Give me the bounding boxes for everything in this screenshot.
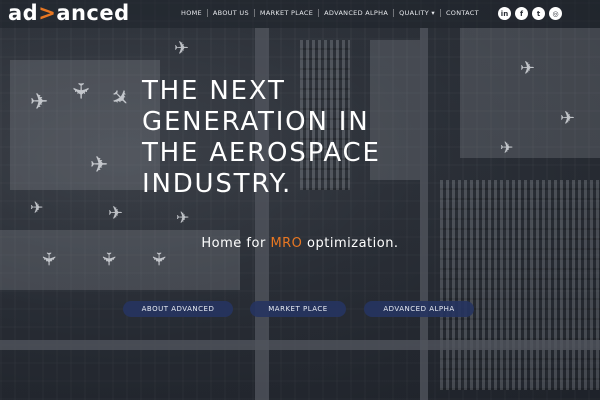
nav-market-place[interactable]: MARKET PLACE: [255, 9, 320, 17]
airport-apron: [10, 60, 160, 190]
facebook-icon[interactable]: f: [515, 7, 528, 20]
instagram-icon[interactable]: ◎: [549, 7, 562, 20]
nav-home[interactable]: HOME: [176, 9, 208, 17]
airplane-icon: ✈: [97, 251, 119, 267]
main-nav: HOME ABOUT US MARKET PLACE ADVANCED ALPH…: [176, 9, 484, 17]
hero-aerial-background: ✈ ✈ ✈ ✈ ✈ ✈ ✈ ✈ ✈ ✈ ✈ ✈ ✈ ✈: [0, 0, 600, 400]
road: [0, 340, 600, 350]
tagline-text: Home for: [201, 236, 271, 251]
advanced-alpha-button[interactable]: ADVANCED ALPHA: [364, 301, 474, 317]
nav-quality-dropdown[interactable]: QUALITY ▾: [394, 9, 441, 17]
about-advanced-button[interactable]: ABOUT ADVANCED: [123, 301, 233, 317]
top-navigation-bar: ad>anced HOME ABOUT US MARKET PLACE ADVA…: [0, 0, 600, 28]
airplane-icon: ✈: [174, 38, 190, 59]
logo-chevron: >: [38, 1, 57, 25]
logo-text: anced: [56, 1, 130, 25]
tagline-accent: MRO: [270, 236, 303, 251]
airplane-icon: ✈: [108, 203, 124, 224]
nav-about-us[interactable]: ABOUT US: [208, 9, 255, 17]
airplane-icon: ✈: [67, 81, 93, 101]
nav-advanced-alpha[interactable]: ADVANCED ALPHA: [319, 9, 395, 17]
airplane-icon: ✈: [30, 198, 44, 217]
airplane-icon: ✈: [176, 208, 190, 227]
advanced-logo[interactable]: ad>anced: [8, 1, 130, 25]
social-links: in f t ◎: [498, 7, 562, 20]
airplane-icon: ✈: [30, 90, 49, 115]
airplane-icon: ✈: [520, 58, 536, 79]
airplane-icon: ✈: [560, 108, 576, 129]
airplane-icon: ✈: [37, 251, 59, 267]
hero-headline: THE NEXT GENERATION IN THE AEROSPACE IND…: [142, 76, 381, 199]
airplane-icon: ✈: [500, 138, 514, 157]
airplane-icon: ✈: [90, 153, 109, 178]
twitter-icon[interactable]: t: [532, 7, 545, 20]
airplane-icon: ✈: [147, 251, 169, 267]
tagline-text: optimization.: [302, 236, 399, 251]
hero-tagline: Home for MRO optimization.: [0, 236, 600, 251]
nav-contact[interactable]: CONTACT: [441, 9, 484, 17]
market-place-button[interactable]: MARKET PLACE: [250, 301, 346, 317]
parking-lot: [440, 180, 600, 390]
logo-text: ad: [8, 1, 39, 25]
road: [420, 28, 428, 400]
terminal-roof: [460, 28, 600, 158]
linkedin-icon[interactable]: in: [498, 7, 511, 20]
